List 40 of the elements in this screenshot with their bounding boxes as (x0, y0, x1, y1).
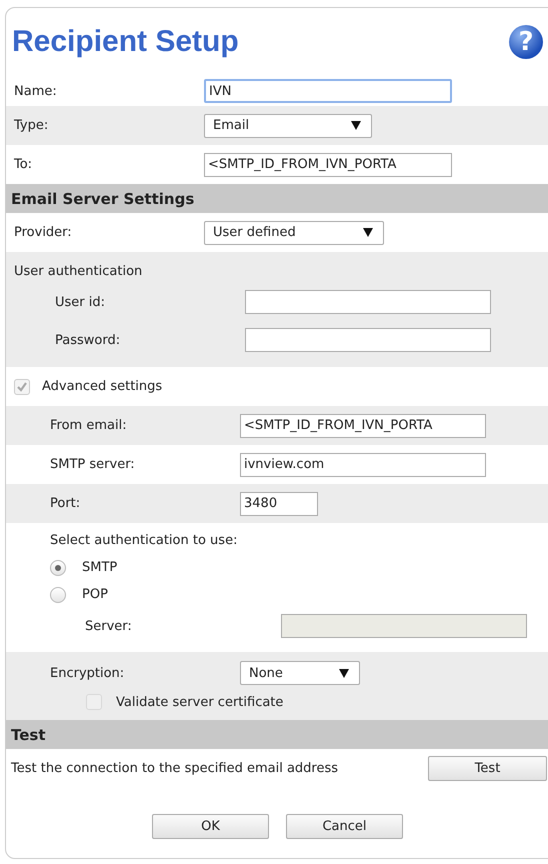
caret-icon (363, 228, 373, 237)
caret-icon (351, 121, 361, 130)
dropdown[interactable]: Email (204, 114, 372, 138)
group-heading: User authentication (13, 263, 144, 281)
field-label: Encryption: (49, 666, 126, 680)
checkbox-label: Advanced settings (42, 379, 162, 394)
text-field[interactable]: <SMTP_ID_FROM_IVN_PORTA (240, 414, 486, 438)
field-label: From email: (49, 418, 128, 433)
field-label: Password: (54, 332, 122, 348)
radio-label: POP (82, 587, 108, 602)
radio-label: SMTP (82, 560, 118, 575)
group-heading: Select authentication to use: (50, 533, 238, 548)
field-label: Server: (84, 618, 133, 634)
field-label: User id: (54, 294, 106, 310)
radio-button[interactable] (50, 586, 66, 602)
field-label: Name: (13, 84, 58, 98)
section-header: Email Server Settings (6, 184, 548, 213)
dialog-button[interactable]: Cancel (286, 814, 403, 839)
text-field[interactable]: ivnview.com (240, 452, 486, 476)
checkbox-label: Validate server certificate (116, 694, 284, 710)
field-label: SMTP server: (49, 457, 136, 472)
field-label: Port: (49, 496, 82, 511)
test-button[interactable]: Test (428, 756, 547, 781)
section-header: Test (6, 720, 548, 749)
dropdown[interactable]: None (240, 661, 360, 685)
text-field[interactable]: IVN (204, 79, 452, 103)
description-text: Test the connection to the specified email address (11, 761, 338, 776)
check-icon (16, 380, 28, 392)
field-label: Provider: (13, 225, 73, 240)
field-label: To: (13, 157, 34, 172)
field-label: Type: (13, 118, 50, 133)
text-field[interactable]: 3480 (240, 492, 318, 516)
text-field[interactable]: <SMTP_ID_FROM_IVN_PORTA (204, 152, 452, 176)
dialog-title: Recipient Setup (12, 25, 239, 59)
text-field[interactable] (245, 290, 491, 314)
radio-button[interactable] (50, 560, 66, 576)
caret-icon (339, 668, 349, 678)
dialog-button[interactable]: OK (152, 814, 269, 839)
text-field[interactable] (245, 328, 491, 352)
dropdown[interactable]: User defined (204, 220, 384, 244)
